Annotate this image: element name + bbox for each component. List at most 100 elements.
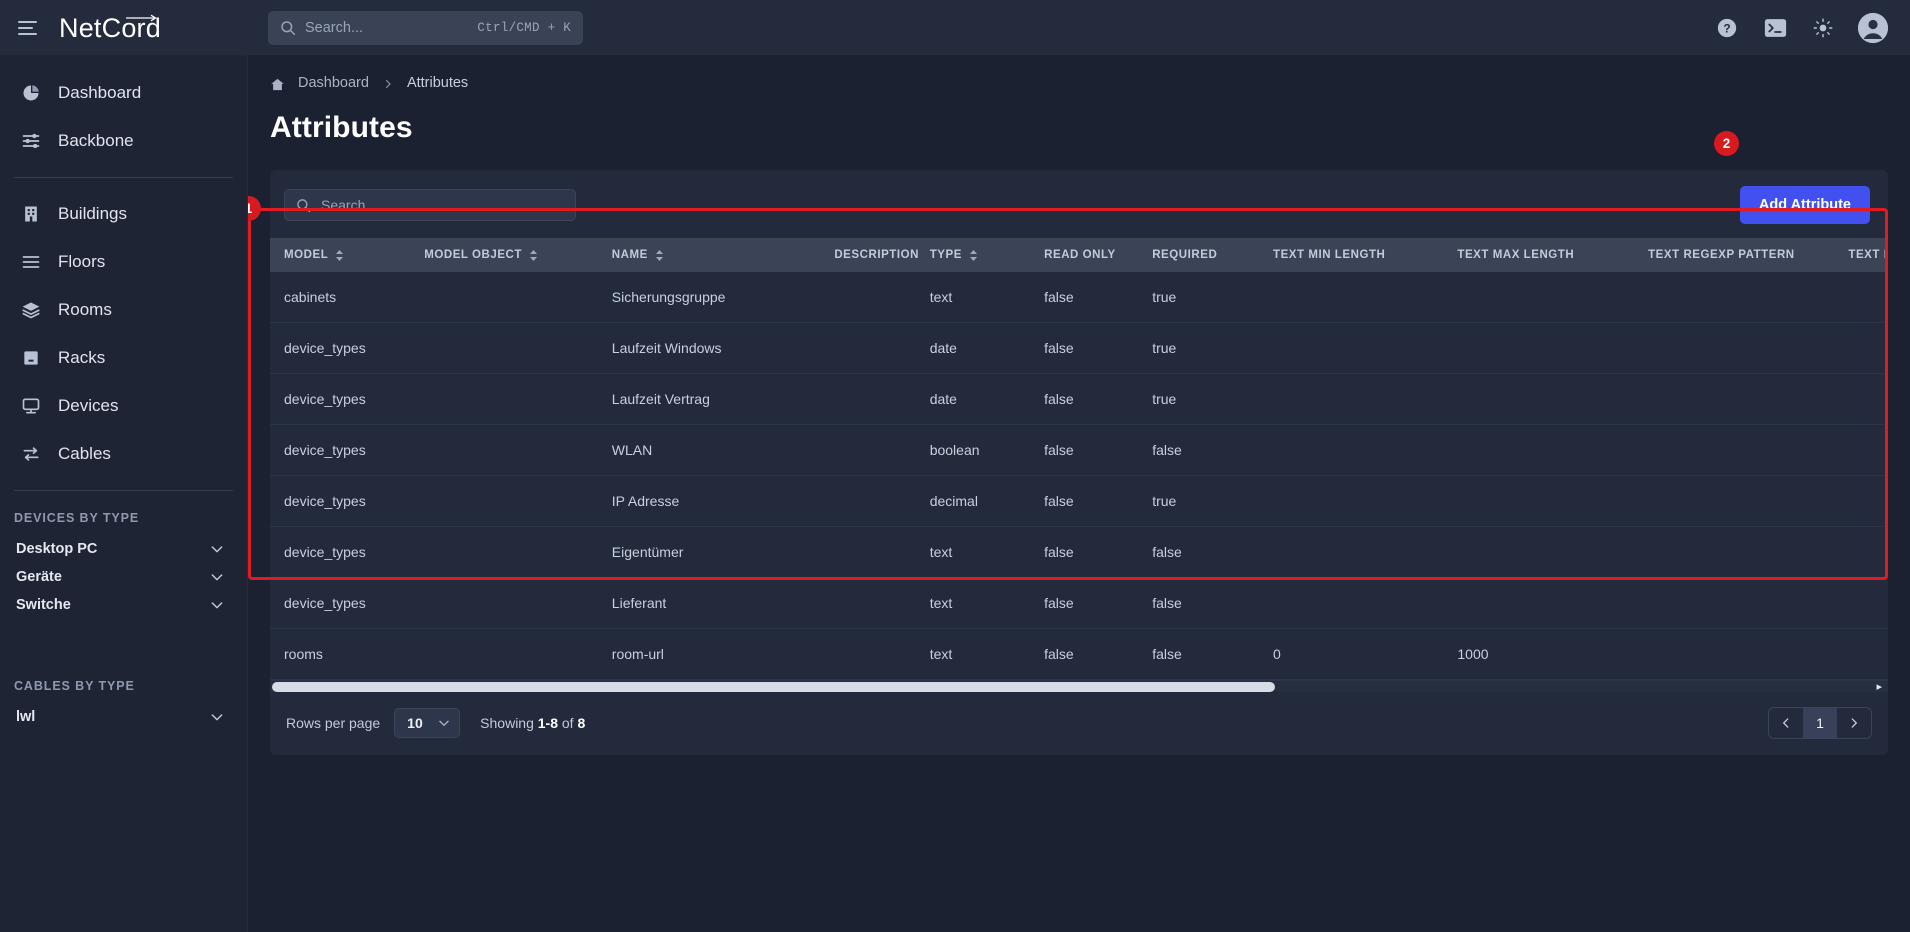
app-brand[interactable]: NetCord bbox=[59, 11, 161, 44]
stack-icon bbox=[20, 299, 42, 321]
cell-name: Eigentümer bbox=[603, 526, 827, 578]
cell-name: Sicherungsgruppe bbox=[603, 272, 827, 323]
sort-icon[interactable] bbox=[655, 249, 664, 262]
cell-description bbox=[826, 373, 922, 425]
table-row[interactable]: device_types Lieferant text false false bbox=[270, 577, 1888, 629]
column-header-description[interactable]: DESCRIPTION bbox=[826, 238, 922, 272]
cell-description bbox=[826, 475, 922, 527]
help-icon[interactable]: ? bbox=[1714, 15, 1740, 41]
sidebar-group-item-switche[interactable]: Switche bbox=[0, 591, 247, 619]
brand-arrow-icon bbox=[125, 14, 157, 22]
terminal-icon[interactable] bbox=[1762, 15, 1788, 41]
column-header-name[interactable]: NAME bbox=[603, 238, 827, 272]
horizontal-scrollbar[interactable]: ▸ bbox=[270, 680, 1888, 693]
showing-range: 1-8 bbox=[537, 715, 558, 731]
cell-name: Lieferant bbox=[603, 577, 827, 629]
pagination-prev-button[interactable] bbox=[1769, 708, 1803, 738]
page-title: Attributes bbox=[270, 111, 413, 144]
cell-description bbox=[826, 628, 922, 680]
rows-per-page-label: Rows per page bbox=[286, 715, 381, 731]
cell-text-max-length bbox=[1449, 577, 1641, 629]
cell-description bbox=[826, 322, 922, 374]
column-header-type[interactable]: TYPE bbox=[921, 238, 1037, 272]
add-attribute-button[interactable]: Add Attribute bbox=[1739, 186, 1870, 224]
pagination: 1 bbox=[1768, 707, 1872, 739]
breadcrumb-current[interactable]: Attributes bbox=[407, 75, 468, 91]
cell-required: true bbox=[1144, 322, 1265, 374]
cell-required: false bbox=[1144, 526, 1265, 578]
sidebar: Dashboard Backbone Buildings Floors Room… bbox=[0, 55, 248, 932]
table-row[interactable]: cabinets Sicherungsgruppe text false tru… bbox=[270, 272, 1888, 323]
sidebar-item-floors[interactable]: Floors bbox=[0, 238, 247, 286]
theme-sun-icon[interactable] bbox=[1810, 15, 1836, 41]
monitor-icon bbox=[20, 395, 42, 417]
table-search-box[interactable]: Search bbox=[284, 189, 576, 221]
sidebar-item-devices[interactable]: Devices bbox=[0, 382, 247, 430]
sort-icon[interactable] bbox=[529, 249, 538, 262]
column-header-text-regexp-pattern[interactable]: TEXT REGEXP PATTERN bbox=[1640, 238, 1841, 272]
sidebar-item-buildings[interactable]: Buildings bbox=[0, 190, 247, 238]
column-header-model-object[interactable]: MODEL OBJECT bbox=[416, 238, 604, 272]
cell-model-object bbox=[416, 577, 604, 629]
sidebar-item-label: Floors bbox=[58, 252, 106, 271]
rows-per-page-select[interactable]: 10 bbox=[394, 708, 461, 738]
showing-middle: of bbox=[561, 715, 574, 731]
sidebar-group-item-desktop-pc[interactable]: Desktop PC bbox=[0, 535, 247, 563]
column-label: TYPE bbox=[929, 249, 962, 261]
cell-text-max-length bbox=[1449, 322, 1641, 374]
column-header-read-only[interactable]: READ ONLY bbox=[1036, 238, 1145, 272]
cell-description bbox=[826, 526, 922, 578]
sidebar-item-cables[interactable]: Cables bbox=[0, 430, 247, 478]
hamburger-menu-icon[interactable] bbox=[14, 17, 41, 39]
scroll-right-icon[interactable]: ▸ bbox=[1876, 681, 1882, 693]
column-label: NAME bbox=[611, 249, 648, 261]
table-row[interactable]: device_types Laufzeit Windows date false… bbox=[270, 322, 1888, 374]
annotation-badge-2: 2 bbox=[1714, 131, 1739, 156]
sidebar-item-racks[interactable]: Racks bbox=[0, 334, 247, 382]
sidebar-item-dashboard[interactable]: Dashboard bbox=[0, 69, 247, 117]
table-footer: Rows per page 10 Showing 1-8 of 8 1 bbox=[270, 692, 1888, 755]
table-search-input[interactable]: Search bbox=[321, 197, 365, 213]
cell-type: date bbox=[921, 322, 1037, 374]
group-item-label: Switche bbox=[16, 597, 71, 613]
table-row[interactable]: device_types Laufzeit Vertrag date false… bbox=[270, 373, 1888, 425]
chevron-down-icon bbox=[209, 569, 225, 585]
column-header-required[interactable]: REQUIRED bbox=[1144, 238, 1265, 272]
group-item-label: lwl bbox=[16, 709, 36, 725]
scrollbar-thumb[interactable] bbox=[272, 682, 1276, 692]
global-search-input[interactable]: Search... bbox=[305, 20, 468, 36]
cell-description bbox=[826, 424, 922, 476]
sidebar-group-item-geraete[interactable]: Geräte bbox=[0, 563, 247, 591]
global-search-box[interactable]: Search... Ctrl/CMD + K bbox=[268, 10, 583, 45]
pagination-page-1[interactable]: 1 bbox=[1803, 708, 1837, 738]
table-row[interactable]: rooms room-url text false false 0 1000 bbox=[270, 628, 1888, 680]
cell-text-picklist bbox=[1840, 424, 1888, 476]
cell-model-object bbox=[416, 628, 604, 680]
sidebar-item-rooms[interactable]: Rooms bbox=[0, 286, 247, 334]
cell-type: text bbox=[921, 628, 1037, 680]
column-header-text-picklist[interactable]: TEXT PICKLIST bbox=[1840, 238, 1888, 272]
cell-text-regexp-pattern bbox=[1640, 373, 1841, 425]
table-row[interactable]: device_types WLAN boolean false false bbox=[270, 424, 1888, 476]
cell-model: cabinets bbox=[270, 272, 417, 323]
column-header-text-min-length[interactable]: TEXT MIN LENGTH bbox=[1265, 238, 1450, 272]
user-avatar[interactable] bbox=[1858, 12, 1888, 43]
cell-required: true bbox=[1144, 272, 1265, 323]
cell-description bbox=[826, 577, 922, 629]
breadcrumb-dashboard-link[interactable]: Dashboard bbox=[298, 75, 369, 91]
top-bar: NetCord Search... Ctrl/CMD + K ? bbox=[0, 0, 1910, 55]
column-header-model[interactable]: MODEL bbox=[270, 238, 417, 272]
sidebar-item-backbone[interactable]: Backbone bbox=[0, 117, 247, 165]
cell-read-only: false bbox=[1036, 475, 1145, 527]
home-icon[interactable] bbox=[270, 77, 285, 90]
table-row[interactable]: device_types IP Adresse decimal false tr… bbox=[270, 475, 1888, 527]
table-scroll-container[interactable]: MODEL MODEL OBJECT NAME DESCRIPTION TYPE… bbox=[270, 238, 1888, 680]
cell-model: device_types bbox=[270, 526, 417, 578]
showing-total: 8 bbox=[577, 715, 586, 731]
sort-icon[interactable] bbox=[969, 249, 978, 262]
table-row[interactable]: device_types Eigentümer text false false bbox=[270, 526, 1888, 578]
pagination-next-button[interactable] bbox=[1837, 708, 1871, 738]
sidebar-group-item-lwl[interactable]: lwl bbox=[0, 703, 247, 731]
sort-icon[interactable] bbox=[335, 249, 344, 262]
column-header-text-max-length[interactable]: TEXT MAX LENGTH bbox=[1449, 238, 1641, 272]
